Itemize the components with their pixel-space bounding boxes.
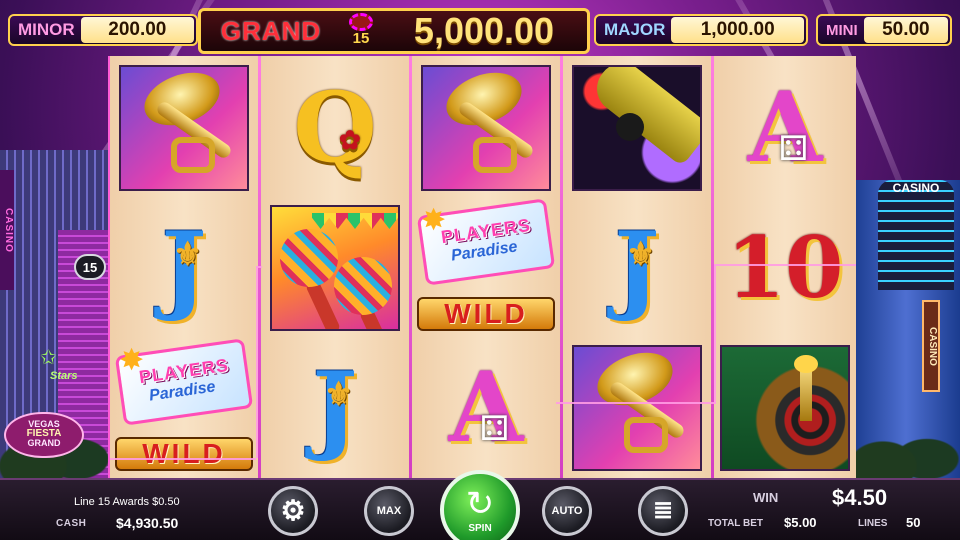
letter-j: ⚜ J (312, 351, 358, 464)
symbol-wild: ✸ PLAYERS Paradise WILD (412, 198, 560, 338)
vegas-fiesta-grand-logo: VEGAS FIESTA GRAND (4, 412, 84, 458)
jackpot-minor-amount: 200.00 (80, 17, 194, 43)
reel-2: Q ✿ ⚜ J (261, 56, 409, 478)
roulette-wheel-icon (720, 345, 850, 471)
autoplay-button[interactable]: AUTO (542, 486, 592, 536)
wild-symbol: ✸ PLAYERS Paradise WILD (113, 338, 255, 473)
jackpot-major-label: MAJOR (604, 20, 666, 39)
symbol-wild: ✸ PLAYERS Paradise WILD (110, 338, 258, 478)
cash-label: CASH (56, 518, 87, 529)
letter-a: A ⚃ (747, 71, 823, 184)
jackpot-mini-label: MINI (826, 21, 858, 39)
max-bet-button[interactable]: MAX (364, 486, 414, 536)
win-label: WIN (753, 490, 779, 505)
total-bet-label: TOTAL BET (708, 518, 763, 529)
symbol-trumpet (563, 338, 711, 478)
rose-icon: ✿ (339, 126, 361, 156)
total-bet-value: $5.00 (784, 515, 817, 530)
symbol-a: A ⚃ (714, 58, 856, 198)
fleur-de-lis-icon: ⚜ (324, 375, 353, 413)
symbol-j: ⚜ J (261, 338, 409, 478)
reel-1: ⚜ J ✸ PLAYERS Paradise WILD (110, 56, 258, 478)
symbol-trumpet (412, 58, 560, 198)
number-10: 10 (726, 218, 844, 317)
reel-5: A ⚃ 10 (714, 56, 856, 478)
win-value: $4.50 (832, 485, 888, 510)
cash-value: $4,930.50 (116, 515, 179, 531)
max-label: MAX (376, 505, 402, 517)
palm-trees-right (850, 410, 960, 480)
coin-stack-icon: ≣ (652, 497, 674, 524)
trumpet-icon (421, 65, 551, 191)
fleur-de-lis-icon: ⚜ (626, 235, 655, 273)
casino-sign-right-side: CASINO (922, 300, 940, 392)
reel-area: ⚜ J ✸ PLAYERS Paradise WILD Q ✿ ⚜ J ✸ PL… (108, 56, 856, 478)
gear-icon: ⚙ (280, 495, 306, 526)
maracas-icon (270, 205, 400, 331)
payline-segment (714, 264, 856, 266)
jackpot-grand: GRAND 15 5,000.00 (198, 8, 590, 54)
symbol-j: ⚜ J (110, 198, 258, 338)
wild-symbol: ✸ PLAYERS Paradise WILD (415, 198, 557, 333)
payline-segment (714, 264, 716, 404)
jackpot-grand-label: GRAND (220, 15, 322, 46)
symbol-maracas (261, 198, 409, 338)
symbol-a: A ⚃ (412, 338, 560, 478)
casino-tower-cap (878, 180, 954, 290)
trumpet-icon (119, 65, 249, 191)
symbol-q: Q ✿ (261, 58, 409, 198)
badge-number: 15 (352, 30, 370, 47)
payline-segment (256, 266, 258, 458)
jackpot-minor: MINOR 200.00 (8, 14, 198, 46)
symbol-roulette (714, 338, 856, 478)
jackpot-major: MAJOR 1,000.00 (594, 14, 808, 46)
jackpot-minor-label: MINOR (18, 20, 75, 39)
casino-sign-left: CASINO (0, 170, 14, 290)
stars-sign: Stars (50, 370, 78, 382)
casino-sign-right-top: CASINO (892, 181, 940, 195)
auto-label: AUTO (551, 505, 583, 517)
jackpot-bar: MINOR 200.00 GRAND 15 5,000.00 MAJOR 1,0… (0, 6, 960, 54)
trumpet-icon (572, 345, 702, 471)
jackpot-mini: MINI 50.00 (816, 14, 952, 46)
spin-arrow-icon: ↻ (465, 484, 495, 523)
symbol-10: 10 (714, 198, 856, 338)
spin-label: SPIN (468, 522, 492, 534)
letter-j: ⚜ J (614, 211, 660, 324)
dice-icon: ⚃ (778, 129, 809, 169)
reel-3: ✸ PLAYERS Paradise WILD A ⚃ (412, 56, 560, 478)
letter-j: ⚜ J (161, 211, 207, 324)
lines-value: 50 (906, 515, 921, 530)
coin-stack-button[interactable]: ≣ (638, 486, 688, 536)
poker-chip-badge: 15 (341, 11, 381, 51)
payline-number-badge[interactable]: 15 (74, 254, 106, 280)
letter-q: Q ✿ (293, 71, 377, 184)
reel-4: ⚜ J (563, 56, 711, 478)
jackpot-grand-amount: 5,000.00 (413, 10, 555, 51)
poker-chip-icon (349, 13, 373, 31)
line-award-text: Line 15 Awards $0.50 (74, 496, 180, 508)
jackpot-major-amount: 1,000.00 (671, 17, 804, 43)
fleur-de-lis-icon: ⚜ (173, 235, 202, 273)
lines-label: LINES (858, 518, 888, 529)
letter-a: A ⚃ (448, 351, 524, 464)
payline-segment (556, 402, 716, 404)
champagne-icon (572, 65, 702, 191)
dice-icon: ⚃ (479, 409, 510, 449)
settings-button[interactable]: ⚙ (268, 486, 318, 536)
symbol-champagne (563, 58, 711, 198)
spin-button[interactable]: ↻ SPIN (440, 470, 520, 540)
star-icon: ✩ (40, 347, 57, 369)
control-bar: Line 15 Awards $0.50 CASH $4,930.50 ⚙ MA… (0, 470, 960, 540)
payline-segment (110, 458, 256, 460)
payline-segment (256, 266, 262, 268)
symbol-trumpet (110, 58, 258, 198)
symbol-j: ⚜ J (563, 198, 711, 338)
jackpot-mini-amount: 50.00 (863, 17, 948, 43)
